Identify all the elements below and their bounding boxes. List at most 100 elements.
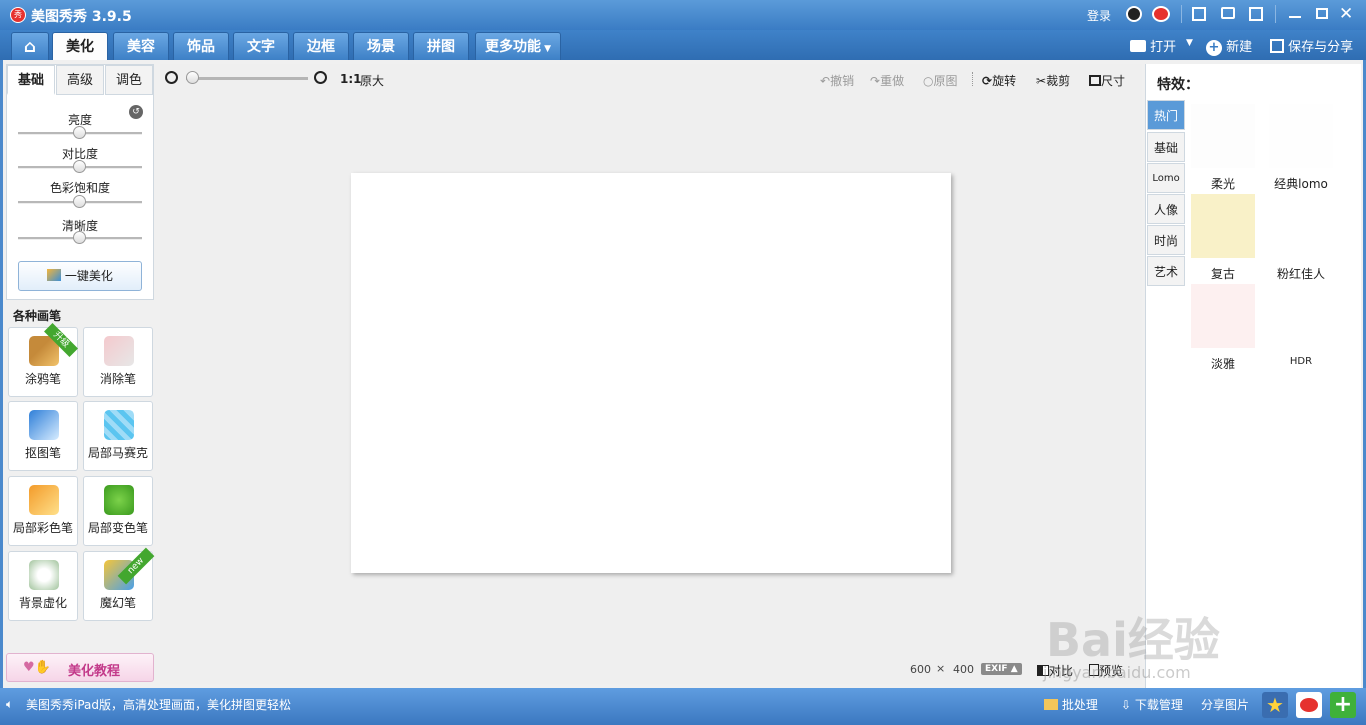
redo-button[interactable]: ↷重做: [870, 72, 904, 89]
brush-color-change[interactable]: 局部变色笔: [83, 476, 153, 546]
tutorial-label: 美化教程: [68, 664, 121, 679]
tab-beautify[interactable]: 美化: [52, 32, 108, 60]
zoom-slider[interactable]: [186, 71, 308, 84]
tab-more[interactable]: 更多功能 ▼: [475, 32, 561, 60]
tab-collage[interactable]: 拼图: [413, 32, 469, 60]
effect-cat-hot[interactable]: 热门: [1147, 100, 1185, 130]
one-click-label: 一键美化: [64, 269, 113, 283]
contrast-slider[interactable]: [18, 160, 142, 173]
actual-size-button[interactable]: 原大: [360, 72, 384, 89]
saturation-label: 色彩饱和度: [49, 181, 110, 195]
maximize-icon[interactable]: [1316, 8, 1328, 19]
close-icon[interactable]: ✕: [1339, 3, 1355, 25]
brush-bg-blur[interactable]: 背景虚化: [8, 551, 78, 621]
tutorial-button[interactable]: ♥✋ 美化教程: [6, 653, 154, 682]
new-button[interactable]: + 新建: [1206, 36, 1252, 56]
message-icon[interactable]: [1221, 7, 1235, 19]
skin-icon[interactable]: [1249, 7, 1263, 21]
tab-home[interactable]: ⌂: [11, 32, 49, 60]
subtab-color[interactable]: 调色: [105, 65, 153, 95]
brightness-knob[interactable]: [73, 126, 86, 139]
brush-eraser[interactable]: 消除笔: [83, 327, 153, 397]
brightness-slider[interactable]: [18, 126, 142, 139]
login-link[interactable]: 登录: [1087, 7, 1111, 24]
open-button[interactable]: 打开: [1130, 36, 1176, 55]
promo-text[interactable]: 美图秀秀iPad版，高清处理画面，美化拼图更轻松: [26, 696, 291, 713]
new-label: 新建: [1226, 40, 1253, 55]
effect-cat-fashion[interactable]: 时尚: [1147, 225, 1185, 255]
minimize-icon[interactable]: [1289, 16, 1301, 18]
rotate-button[interactable]: ⟳旋转: [982, 72, 1016, 89]
effect-label: HDR: [1289, 356, 1313, 367]
tab-text[interactable]: 文字: [233, 32, 289, 60]
subtab-advanced[interactable]: 高级: [56, 65, 104, 95]
effect-thumb-lomo[interactable]: [1269, 104, 1333, 168]
download-button[interactable]: ⇩ 下载管理: [1121, 696, 1183, 713]
effect-thumb-retro[interactable]: [1191, 194, 1255, 258]
brush-mosaic[interactable]: 局部马赛克: [83, 401, 153, 471]
notice-icon[interactable]: [1192, 7, 1206, 21]
effect-thumb-elegant[interactable]: [1191, 284, 1255, 348]
effect-thumb-hdr[interactable]: [1269, 284, 1333, 348]
status-bar: 🔈︎ 美图秀秀iPad版，高清处理画面，美化拼图更轻松 批处理 ⇩ 下载管理 分…: [0, 688, 1366, 725]
rotate-icon: ⟳: [982, 74, 993, 88]
saturation-knob[interactable]: [73, 195, 86, 208]
paint-bucket-icon: [104, 485, 134, 515]
save-share-button[interactable]: 保存与分享: [1270, 36, 1353, 55]
exif-label: EXIF: [985, 664, 1008, 674]
batch-button[interactable]: 批处理: [1044, 696, 1098, 713]
open-label: 打开: [1150, 40, 1177, 55]
zoom-knob[interactable]: [186, 71, 199, 84]
brush-magic[interactable]: 魔幻笔 new: [83, 547, 155, 621]
image-canvas[interactable]: [351, 173, 951, 573]
tab-frame[interactable]: 边框: [293, 32, 349, 60]
effect-cat-basic[interactable]: 基础: [1147, 132, 1185, 162]
brush-label: 局部马赛克: [87, 446, 148, 460]
tab-scene[interactable]: 场景: [353, 32, 409, 60]
speaker-icon[interactable]: 🔈︎: [6, 697, 13, 712]
effect-label: 柔光: [1210, 177, 1235, 191]
hand-heart-icon: ♥✋: [23, 660, 51, 675]
undo-button[interactable]: ↶撤销: [820, 72, 854, 89]
effect-thumb-soft[interactable]: [1191, 104, 1255, 168]
weibo-icon[interactable]: [1152, 6, 1170, 22]
size-label: 尺寸: [1101, 74, 1126, 88]
saturation-slider[interactable]: [18, 195, 142, 208]
effect-label: 复古: [1210, 267, 1235, 281]
effect-cat-art[interactable]: 艺术: [1147, 256, 1185, 286]
share-label[interactable]: 分享图片: [1201, 696, 1249, 713]
download-label: 下载管理: [1134, 698, 1183, 712]
zoom-out-icon[interactable]: [165, 71, 178, 84]
original-button[interactable]: ○原图: [923, 72, 958, 89]
sharpness-knob[interactable]: [73, 231, 86, 244]
weibo-share-icon[interactable]: [1296, 692, 1322, 718]
actual-size-ratio[interactable]: 1:1: [340, 72, 362, 86]
one-click-beautify-button[interactable]: 一键美化: [18, 261, 142, 291]
zoom-in-icon[interactable]: [314, 71, 327, 84]
subtab-basic[interactable]: 基础: [7, 65, 55, 95]
effect-thumb-pink[interactable]: [1269, 194, 1333, 258]
crop-button[interactable]: ✂裁剪: [1036, 72, 1070, 89]
contrast-knob[interactable]: [73, 160, 86, 173]
qq-icon[interactable]: [1126, 6, 1142, 22]
brush-local-color[interactable]: 局部彩色笔: [8, 476, 78, 546]
effect-cat-portrait[interactable]: 人像: [1147, 194, 1185, 224]
effect-cat-lomo[interactable]: Lomo: [1147, 163, 1185, 193]
exif-button[interactable]: EXIF ▲: [981, 663, 1022, 675]
brush-label: 局部变色笔: [87, 521, 148, 535]
tab-beauty[interactable]: 美容: [113, 32, 169, 60]
eraser-icon: [104, 336, 134, 366]
add-share-icon[interactable]: +: [1330, 692, 1356, 718]
brush-label: 局部彩色笔: [12, 521, 73, 535]
brush-cutout[interactable]: 抠图笔: [8, 401, 78, 471]
tab-accessory[interactable]: 饰品: [173, 32, 229, 60]
divider: [1181, 5, 1182, 23]
mosaic-icon: [104, 410, 134, 440]
brush-label: 魔幻笔: [99, 596, 136, 610]
star-icon[interactable]: ★: [1262, 692, 1288, 718]
brush-doodle[interactable]: 涂鸦笔 升级: [8, 323, 78, 397]
effects-panel: 特效： 热门 基础 Lomo 人像 时尚 艺术 柔光 经典lomo 复古 粉红佳…: [1145, 64, 1361, 688]
resize-button[interactable]: 尺寸: [1089, 72, 1125, 89]
open-dropdown-icon[interactable]: ▼: [1186, 38, 1193, 48]
sharpness-slider[interactable]: [18, 231, 142, 244]
